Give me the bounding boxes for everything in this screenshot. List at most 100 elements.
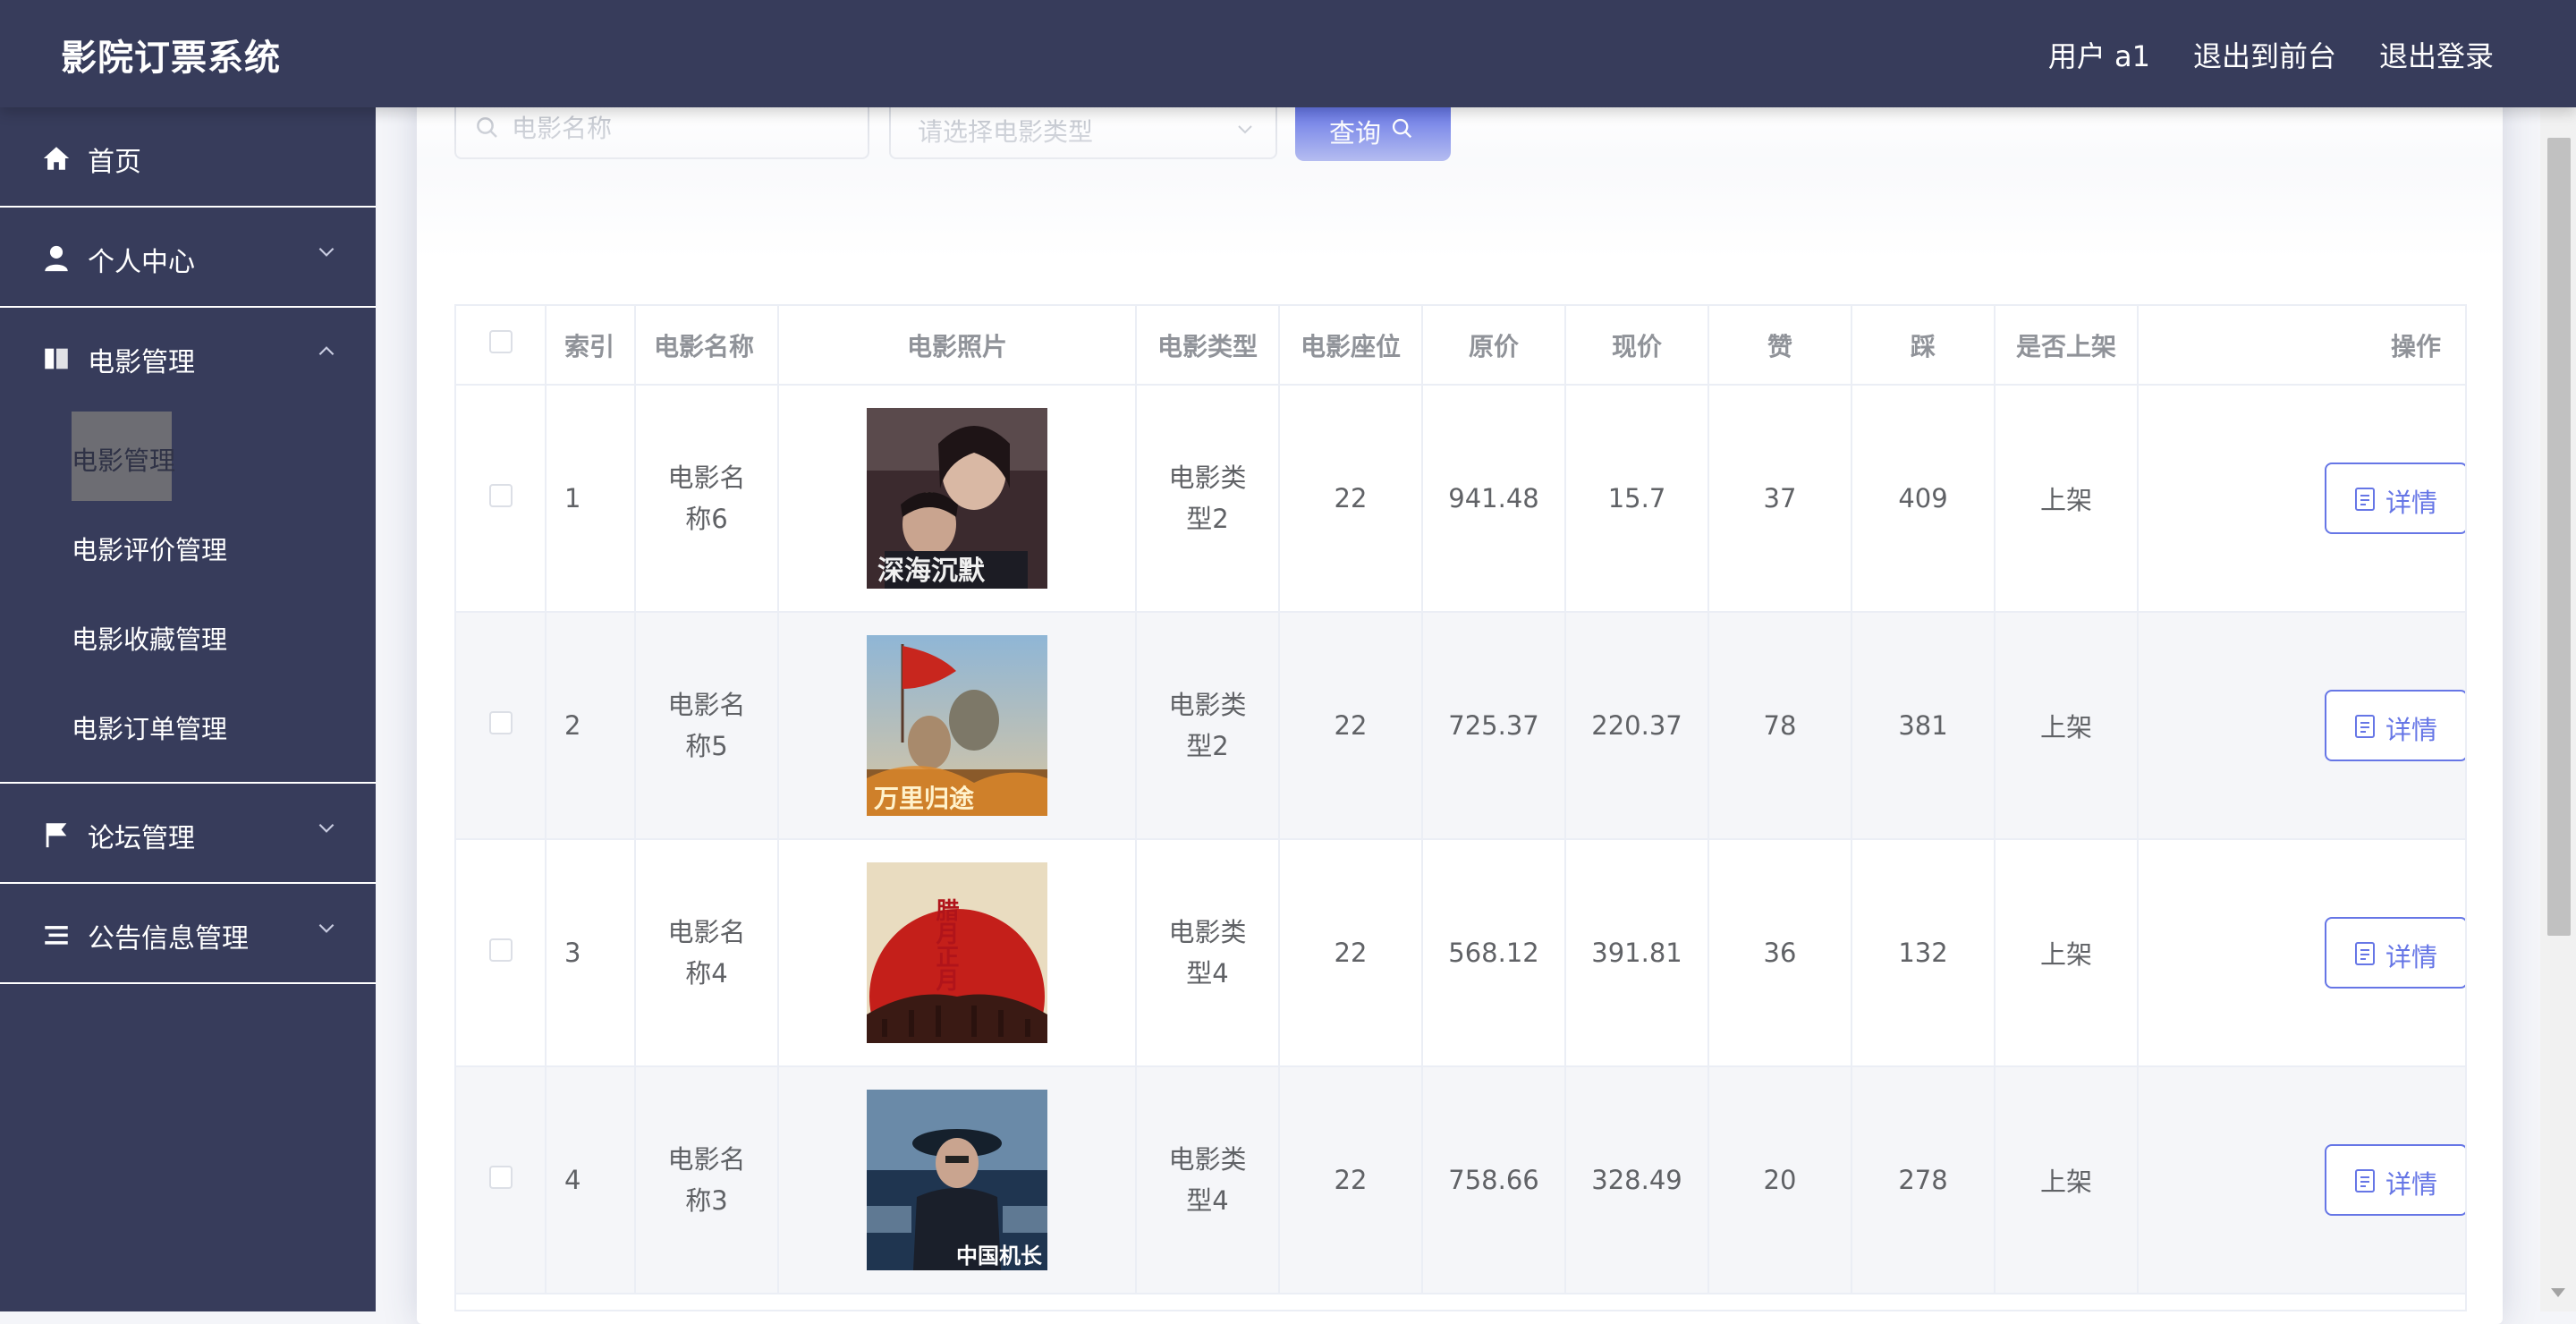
sidebar-item-movie-management[interactable]: 电影管理	[0, 308, 376, 408]
poster-cell: 中国机长	[778, 1066, 1137, 1294]
poster-title: 深海沉默	[877, 556, 986, 587]
movie-type: 电影类型4	[1168, 917, 1247, 989]
likes-cell: 78	[1708, 612, 1852, 840]
row-checkbox[interactable]	[488, 711, 513, 734]
original-price-cell: 725.37	[1422, 612, 1566, 840]
movie-name: 电影名称4	[667, 917, 746, 989]
flag-icon	[46, 823, 67, 848]
seats-cell: 22	[1279, 1066, 1423, 1294]
likes-cell: 20	[1708, 1066, 1852, 1294]
header-links: 用户 a1 退出到前台 退出登录	[2048, 34, 2494, 75]
app-title: 影院订票系统	[61, 38, 281, 79]
sidebar-item-home[interactable]: 首页	[0, 107, 376, 208]
column-header: 现价	[1565, 306, 1709, 386]
row-select-cell	[456, 385, 547, 613]
movie-poster-image[interactable]: 深海沉默	[867, 408, 1047, 589]
select-all-cell	[456, 306, 547, 386]
sidebar-subitem-movie-management[interactable]: 电影管理	[0, 412, 376, 501]
poster-title: 万里归途	[874, 784, 975, 813]
list-icon	[45, 926, 68, 945]
row-checkbox[interactable]	[488, 484, 513, 507]
search-input[interactable]	[510, 106, 853, 150]
sidebar-item-label: 电影管理	[88, 347, 195, 378]
column-header: 索引	[546, 306, 636, 386]
document-icon	[2355, 1169, 2375, 1192]
original-price-cell: 941.48	[1422, 385, 1566, 613]
sidebar-item-notice[interactable]: 公告信息管理	[0, 884, 376, 984]
select-placeholder: 请选择电影类型	[918, 117, 1094, 147]
sidebar-subitem-movie-favorites[interactable]: 电影收藏管理	[0, 590, 376, 680]
likes-cell: 37	[1708, 385, 1852, 613]
sidebar-item-forum[interactable]: 论坛管理	[0, 784, 376, 884]
name-cell: 电影名称3	[635, 1066, 779, 1294]
movie-poster-image[interactable]: 中国机长	[867, 1090, 1047, 1270]
movie-poster-image[interactable]: 万里归途	[867, 635, 1047, 816]
scrollbar-thumb[interactable]	[2547, 138, 2571, 936]
table-row: 2 电影名称5 万里归途 电影类型2 22 725.37 220.37 78 3…	[456, 612, 2465, 840]
operation-cell: 详情	[2138, 839, 2465, 1067]
column-header: 是否上架	[1995, 306, 2139, 386]
type-cell: 电影类型2	[1136, 612, 1280, 840]
on-shelf-cell: 上架	[1995, 839, 2139, 1067]
detail-button-label: 详情	[2385, 1169, 2438, 1200]
document-icon	[2355, 715, 2375, 738]
poster-title: 腊月正月	[932, 898, 960, 991]
row-checkbox[interactable]	[488, 1166, 513, 1189]
select-all-checkbox[interactable]	[488, 330, 513, 353]
poster-title: 中国机长	[956, 1243, 1043, 1269]
movie-table: 索引 电影名称 电影照片 电影类型 电影座位 原价 现价 赞 踩 是否上架 操作…	[454, 304, 2467, 1311]
table-header-row: 索引 电影名称 电影照片 电影类型 电影座位 原价 现价 赞 踩 是否上架 操作	[456, 306, 2465, 386]
likes-cell: 36	[1708, 839, 1852, 1067]
index-cell: 1	[546, 385, 636, 613]
movie-name: 电影名称6	[667, 463, 746, 534]
table-row: 3 电影名称4 腊月正月 电影类型4 22 568.12 391.81 36 1	[456, 839, 2465, 1067]
detail-button[interactable]: 详情	[2325, 917, 2465, 989]
column-header: 电影类型	[1136, 306, 1280, 386]
current-price-cell: 15.7	[1565, 385, 1709, 613]
scroll-down-arrow-icon[interactable]	[2551, 1288, 2565, 1297]
query-button-label: 查询	[1329, 118, 1382, 149]
detail-button-label: 详情	[2385, 488, 2438, 518]
chevron-down-icon	[318, 247, 335, 257]
sidebar-item-label: 公告信息管理	[88, 923, 249, 955]
dislikes-cell: 132	[1852, 839, 1996, 1067]
column-header: 踩	[1852, 306, 1996, 386]
detail-button[interactable]: 详情	[2325, 1144, 2465, 1216]
column-header: 电影名称	[635, 306, 779, 386]
user-label[interactable]: 用户 a1	[2048, 34, 2150, 75]
column-header: 电影照片	[778, 306, 1137, 386]
operation-cell: 详情	[2138, 612, 2465, 840]
chevron-down-icon	[1238, 125, 1252, 134]
seats-cell: 22	[1279, 385, 1423, 613]
detail-button[interactable]: 详情	[2325, 463, 2465, 534]
movie-type: 电影类型2	[1168, 690, 1247, 761]
column-header: 原价	[1422, 306, 1566, 386]
column-header: 操作	[2138, 306, 2465, 386]
chevron-down-icon	[318, 823, 335, 833]
current-price-cell: 391.81	[1565, 839, 1709, 1067]
row-checkbox[interactable]	[488, 938, 513, 962]
logout-link[interactable]: 退出登录	[2379, 34, 2494, 75]
sidebar-subitem-movie-orders[interactable]: 电影订单管理	[0, 680, 376, 769]
name-cell: 电影名称4	[635, 839, 779, 1067]
detail-button[interactable]: 详情	[2325, 690, 2465, 761]
sidebar-subitem-label: 电影管理	[72, 446, 176, 476]
sidebar-item-label: 论坛管理	[88, 823, 195, 854]
chevron-down-icon	[318, 923, 335, 933]
sidebar-item-label: 首页	[88, 147, 141, 178]
poster-cell: 腊月正月	[778, 839, 1137, 1067]
search-icon	[477, 117, 497, 138]
type-cell: 电影类型4	[1136, 1066, 1280, 1294]
sidebar-subitem-movie-review[interactable]: 电影评价管理	[0, 501, 376, 590]
on-shelf-cell: 上架	[1995, 1066, 2139, 1294]
index-cell: 2	[546, 612, 636, 840]
sidebar-item-personal-center[interactable]: 个人中心	[0, 208, 376, 308]
seats-cell: 22	[1279, 839, 1423, 1067]
front-link[interactable]: 退出到前台	[2193, 34, 2336, 75]
movie-poster-image[interactable]: 腊月正月	[867, 862, 1047, 1043]
row-select-cell	[456, 1066, 547, 1294]
movie-type: 电影类型4	[1168, 1144, 1247, 1216]
on-shelf-cell: 上架	[1995, 612, 2139, 840]
on-shelf-cell: 上架	[1995, 385, 2139, 613]
sidebar-subitem-label: 电影订单管理	[72, 714, 228, 744]
